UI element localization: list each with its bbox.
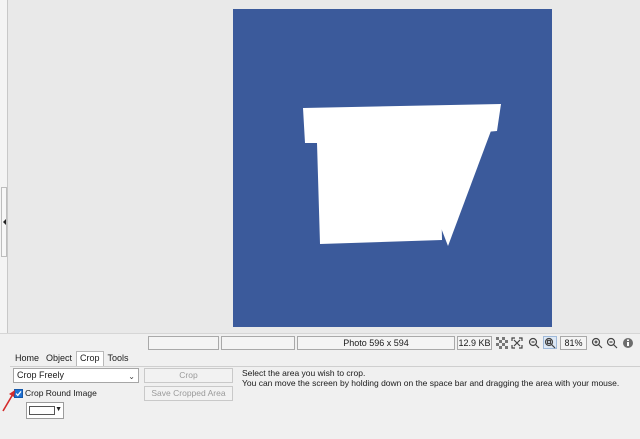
crop-round-image-label[interactable]: Crop Round Image [25,388,97,399]
instructions-line-1: Select the area you wish to crop. [242,368,366,378]
actual-size-zoom-icon[interactable] [527,336,541,349]
tab-home[interactable]: Home [12,352,42,366]
panel-collapse-handle[interactable] [1,187,7,257]
color-swatch [29,406,55,415]
left-panel-gutter [0,0,8,333]
save-cropped-area-button[interactable]: Save Cropped Area [144,386,233,401]
collapse-arrow-icon [2,219,6,225]
chevron-down-icon: ⌄ [128,372,135,381]
photo-image: TV [233,9,552,327]
instructions-line-2: You can move the screen by holding down … [242,378,620,388]
file-size: 12.9 KB [457,336,492,350]
crop-mode-dropdown[interactable]: Crop Freely ⌄ [13,368,139,383]
chevron-down-icon: ▼ [55,406,62,413]
transparency-grid-icon[interactable] [495,336,509,349]
border-color-picker[interactable]: ▼ [26,402,64,419]
tab-crop[interactable]: Crop [76,351,104,366]
status-cell-empty-1 [148,336,219,350]
crop-instructions: Select the area you wish to crop. You ca… [242,368,637,388]
fit-to-screen-icon[interactable] [510,336,524,349]
zoom-level[interactable]: 81% [560,336,587,350]
zoom-out-icon[interactable] [605,336,619,349]
crop-mode-value: Crop Freely [17,370,65,380]
crop-button[interactable]: Crop [144,368,233,383]
info-icon[interactable] [621,336,635,349]
tab-object[interactable]: Object [43,352,75,366]
photo-dimensions: Photo 596 x 594 [297,336,455,350]
status-bar: Photo 596 x 594 12.9 KB 81% [0,333,640,350]
zoom-in-icon[interactable] [590,336,604,349]
annotation-arrow-icon [2,390,15,412]
zoom-fit-icon[interactable] [543,336,557,349]
tab-tools[interactable]: Tools [105,352,132,366]
status-cell-empty-2 [221,336,295,350]
ribbon-tabs: Home Object Crop Tools [12,351,133,366]
